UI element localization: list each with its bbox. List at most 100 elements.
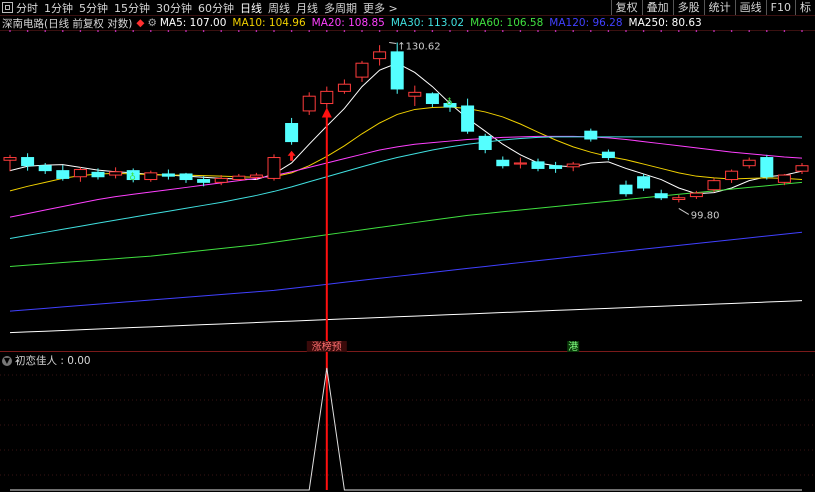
candle-body-15	[267, 157, 281, 179]
top-dot-11	[202, 30, 205, 32]
indicator-line	[10, 367, 802, 491]
top-dot-2	[44, 30, 46, 32]
top-dot-6	[114, 30, 117, 32]
top-dot-23	[414, 30, 416, 32]
candle-body-22	[390, 51, 404, 90]
top-dot-15	[273, 30, 275, 32]
top-dot-0	[9, 30, 11, 32]
candle-body-16	[285, 123, 299, 143]
top-dot-36	[642, 30, 645, 32]
candle-body-21	[373, 51, 387, 60]
top-dot-43	[766, 30, 768, 32]
green-marker-icon-0: ♁	[129, 172, 136, 183]
candle-body-34	[601, 151, 615, 159]
top-dot-9	[167, 30, 170, 32]
top-dot-25	[449, 30, 451, 32]
candle-body-33	[584, 130, 598, 140]
top-dot-44	[783, 30, 786, 32]
candle-body-17	[302, 95, 316, 112]
candle-body-40	[707, 180, 721, 191]
indicator-title-text: 初恋佳人 : 0.00	[15, 355, 91, 367]
top-dot-20	[361, 30, 363, 32]
candle-body-37	[654, 193, 668, 199]
top-dot-24	[431, 30, 434, 32]
candle-body-35	[619, 184, 633, 195]
candle-body-9	[161, 173, 175, 177]
top-dot-12	[220, 30, 222, 32]
top-dot-30	[537, 30, 539, 32]
chevron-down-icon[interactable]: ▼	[2, 355, 12, 366]
candle-body-18	[320, 90, 334, 105]
low-pointer	[678, 207, 690, 215]
candle-body-11	[197, 179, 211, 183]
signal-arrowhead	[321, 107, 332, 118]
top-dot-17	[308, 30, 311, 32]
candle-body-29	[513, 162, 527, 165]
candle-body-19	[337, 83, 351, 92]
top-dot-10	[185, 30, 187, 32]
top-dot-39	[695, 30, 698, 32]
top-dot-3	[62, 30, 64, 32]
top-dot-41	[730, 30, 733, 32]
candle-body-6	[109, 171, 123, 176]
top-dot-27	[484, 30, 487, 32]
indicator-title: ▼ 初恋佳人 : 0.00	[2, 353, 91, 368]
top-dot-5	[97, 30, 99, 32]
top-dot-40	[713, 30, 715, 32]
top-dot-16	[290, 30, 293, 32]
ma-line-ma250	[9, 300, 803, 334]
candle-body-27	[478, 135, 492, 151]
top-dot-34	[607, 30, 610, 32]
candle-body-20	[355, 62, 369, 78]
top-dot-35	[625, 30, 627, 32]
ma-line-ma30	[9, 136, 802, 239]
signal-label: 涨榜预	[312, 340, 342, 353]
green-marker-icon-1: ♁	[446, 97, 453, 108]
candle-body-5	[91, 171, 105, 178]
kline-chart[interactable]: ↑130.62 99.80 ♁ ♁ 涨榜预 港	[0, 0, 815, 492]
marker-label: 港	[568, 341, 578, 353]
top-dot-7	[132, 30, 134, 32]
candle-body-30	[531, 161, 545, 169]
candle-body-4	[73, 169, 87, 178]
candle-body-1	[21, 157, 35, 167]
candle-body-2	[38, 165, 52, 172]
candle-body-39	[689, 192, 703, 198]
candle-body-24	[425, 93, 439, 105]
candle-body-45	[795, 165, 809, 172]
top-dot-42	[748, 30, 750, 32]
top-dot-19	[343, 30, 346, 32]
top-dot-26	[466, 30, 469, 32]
top-dot-18	[326, 30, 328, 32]
candle-body-44	[777, 174, 791, 183]
candle-body-41	[725, 170, 739, 181]
top-dot-21	[378, 30, 381, 32]
top-dot-33	[590, 30, 592, 32]
low-price-label: 99.80	[691, 210, 720, 221]
buy-arrow-icon	[287, 150, 296, 161]
top-dot-32	[572, 30, 574, 32]
candle-body-36	[637, 176, 651, 189]
top-dot-45	[801, 30, 803, 32]
top-dot-14	[255, 30, 258, 32]
candle-body-8	[144, 172, 158, 181]
high-price-label: ↑130.62	[397, 42, 440, 53]
top-dot-38	[678, 30, 680, 32]
top-dot-28	[502, 30, 504, 32]
candle-body-12	[214, 177, 228, 183]
top-dot-8	[150, 30, 152, 32]
candle-body-31	[549, 165, 563, 169]
candle-body-38	[672, 197, 686, 200]
candle-body-10	[179, 173, 193, 181]
top-dot-29	[519, 30, 522, 32]
top-dot-37	[660, 30, 662, 32]
top-dot-13	[238, 30, 240, 32]
candle-body-13	[232, 175, 246, 181]
candle-body-32	[566, 163, 580, 168]
top-dot-4	[79, 30, 82, 32]
candle-body-0	[3, 157, 17, 161]
candle-body-3	[56, 170, 70, 179]
candle-body-43	[760, 157, 774, 178]
top-dot-1	[26, 30, 29, 32]
ma-line-ma120	[9, 231, 803, 312]
